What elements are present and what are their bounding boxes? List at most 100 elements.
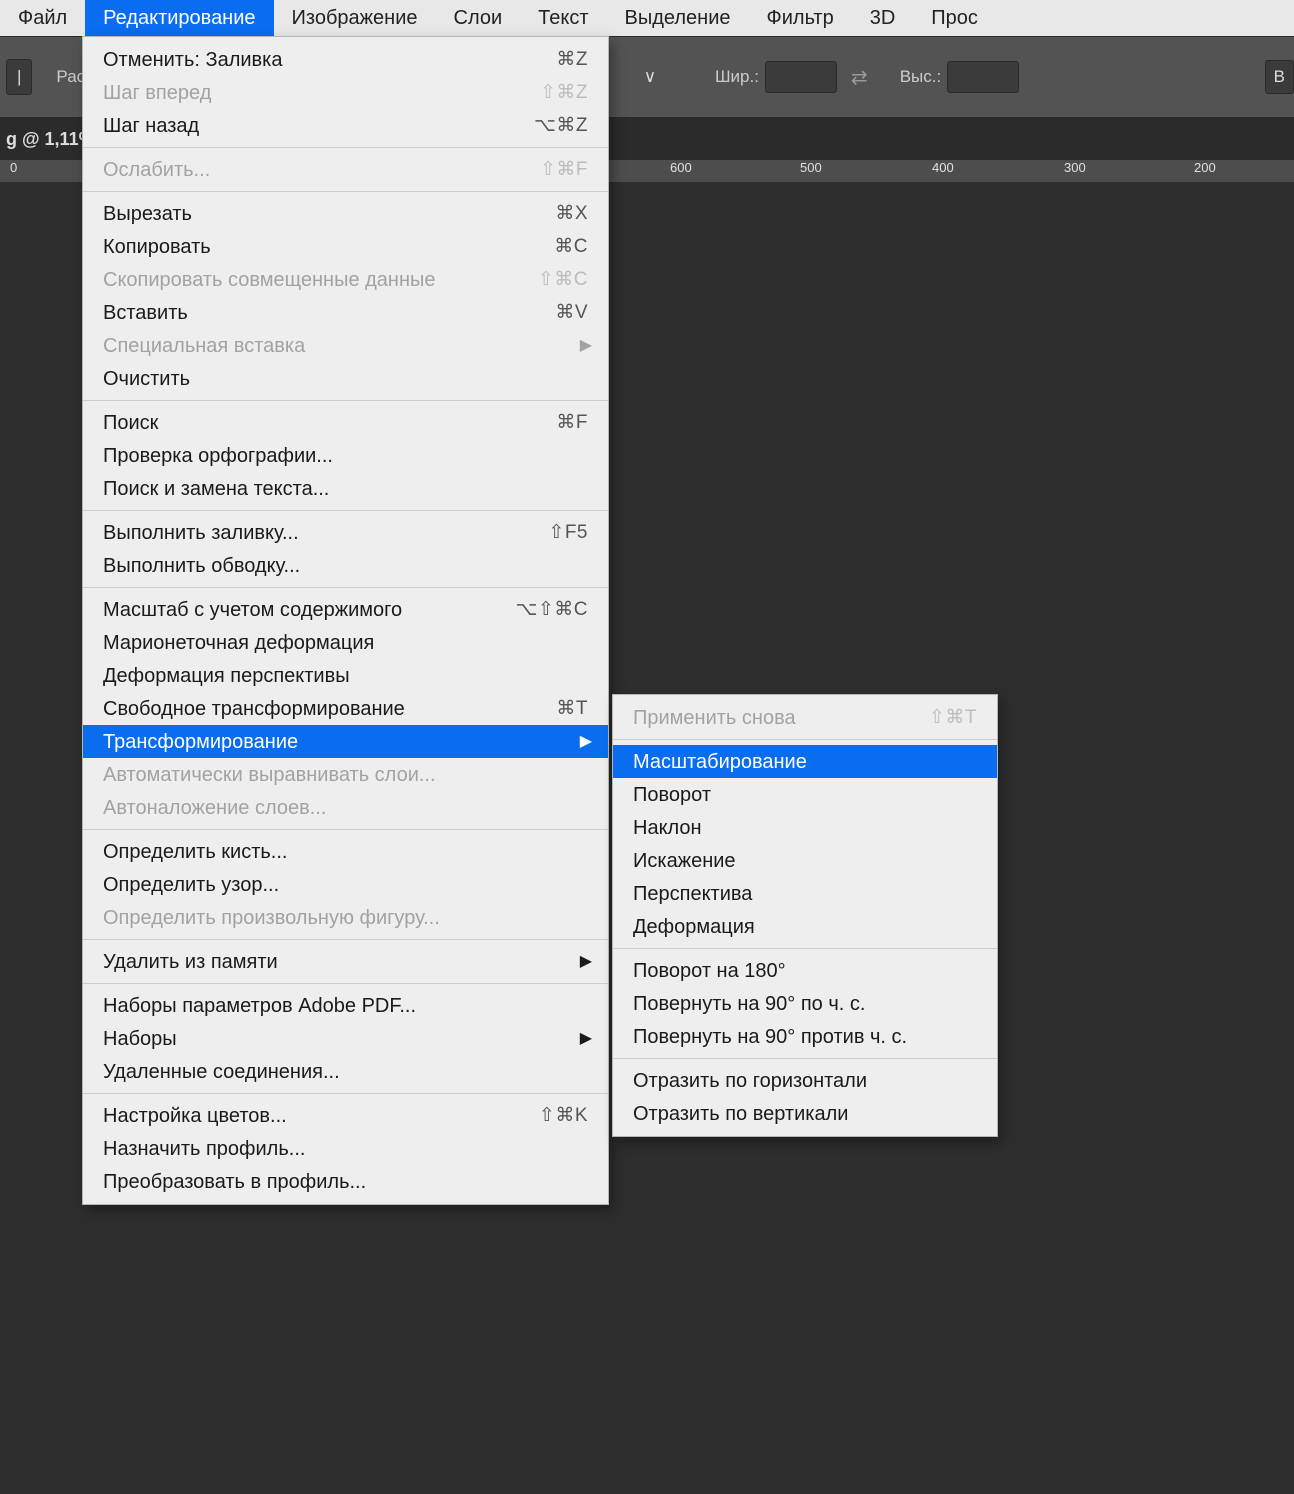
- menu-item-label: Вставить: [103, 303, 515, 323]
- menu-separator: [83, 829, 608, 830]
- ruler-tick: 300: [1064, 160, 1086, 175]
- transform-menu-item[interactable]: Отразить по горизонтали: [613, 1064, 997, 1097]
- menu-item-shortcut: ⇧F5: [548, 523, 588, 542]
- menu-item-label: Повернуть на 90° по ч. с.: [633, 994, 977, 1014]
- edit-menu-item[interactable]: Копировать ⌘C: [83, 230, 608, 263]
- transform-menu-item[interactable]: Деформация: [613, 910, 997, 943]
- options-left-fragment[interactable]: |: [6, 59, 32, 95]
- edit-menu-item[interactable]: Деформация перспективы: [83, 659, 608, 692]
- menu-filter[interactable]: Фильтр: [749, 0, 852, 36]
- menu-item-label: Деформация перспективы: [103, 666, 588, 686]
- menu-separator: [83, 400, 608, 401]
- menu-3d[interactable]: 3D: [852, 0, 914, 36]
- menu-item-label: Масштабирование: [633, 752, 977, 772]
- ruler-tick: 0: [10, 160, 17, 175]
- edit-menu-item: Автоматически выравнивать слои...: [83, 758, 608, 791]
- menu-item-shortcut: ⌘F: [556, 413, 588, 432]
- menu-file[interactable]: Файл: [0, 0, 85, 36]
- edit-menu-item[interactable]: Наборы параметров Adobe PDF...: [83, 989, 608, 1022]
- menu-layers[interactable]: Слои: [436, 0, 521, 36]
- edit-menu-item: Автоналожение слоев...: [83, 791, 608, 824]
- edit-menu-item[interactable]: Определить кисть...: [83, 835, 608, 868]
- transform-menu-item[interactable]: Наклон: [613, 811, 997, 844]
- menu-edit[interactable]: Редактирование: [85, 0, 273, 36]
- edit-menu-item[interactable]: Марионеточная деформация: [83, 626, 608, 659]
- edit-menu-item[interactable]: Вставить ⌘V: [83, 296, 608, 329]
- submenu-arrow-icon: ▶: [580, 338, 592, 354]
- menu-select[interactable]: Выделение: [607, 0, 749, 36]
- menu-item-shortcut: ⇧⌘T: [929, 708, 977, 727]
- menu-item-shortcut: ⇧⌘F: [540, 160, 588, 179]
- edit-menu-item[interactable]: Шаг назад⌥⌘Z: [83, 109, 608, 142]
- menu-item-shortcut: ⌘V: [555, 303, 588, 322]
- menu-separator: [83, 587, 608, 588]
- transform-menu-item[interactable]: Масштабирование: [613, 745, 997, 778]
- edit-menu-item[interactable]: Свободное трансформирование⌘T: [83, 692, 608, 725]
- menu-separator: [83, 510, 608, 511]
- edit-menu-item[interactable]: Очистить: [83, 362, 608, 395]
- menu-separator: [613, 1058, 997, 1059]
- transform-menu-item[interactable]: Поворот: [613, 778, 997, 811]
- menu-item-label: Трансформирование: [103, 732, 588, 752]
- menu-item-label: Масштаб с учетом содержимого: [103, 600, 475, 620]
- menu-item-label: Определить произвольную фигуру...: [103, 908, 588, 928]
- edit-menu-item[interactable]: Отменить: Заливка⌘Z: [83, 43, 608, 76]
- edit-menu-item[interactable]: Выполнить обводку...: [83, 549, 608, 582]
- menu-item-label: Копировать: [103, 237, 514, 257]
- menu-text[interactable]: Текст: [520, 0, 606, 36]
- menu-item-shortcut: ⌘C: [554, 237, 588, 256]
- menu-item-label: Определить кисть...: [103, 842, 588, 862]
- menu-item-shortcut: ⇧⌘C: [538, 270, 588, 289]
- edit-menu-item[interactable]: Проверка орфографии...: [83, 439, 608, 472]
- menu-item-label: Поиск: [103, 413, 516, 433]
- edit-menu-item[interactable]: Назначить профиль...: [83, 1132, 608, 1165]
- menu-item-label: Специальная вставка: [103, 336, 588, 356]
- menu-separator: [83, 983, 608, 984]
- transform-menu-item[interactable]: Перспектива: [613, 877, 997, 910]
- edit-menu-item[interactable]: Определить узор...: [83, 868, 608, 901]
- edit-menu-item[interactable]: Вырезать⌘X: [83, 197, 608, 230]
- edit-menu-item[interactable]: Наборы▶: [83, 1022, 608, 1055]
- height-input[interactable]: [947, 61, 1019, 93]
- transform-menu-item[interactable]: Повернуть на 90° по ч. с.: [613, 987, 997, 1020]
- menu-item-label: Марионеточная деформация: [103, 633, 588, 653]
- submenu-arrow-icon: ▶: [580, 954, 592, 970]
- ruler-tick: 200: [1194, 160, 1216, 175]
- menu-view-trunc[interactable]: Прос: [913, 0, 996, 36]
- edit-menu-item[interactable]: Настройка цветов...⇧⌘K: [83, 1099, 608, 1132]
- edit-menu-item[interactable]: Удалить из памяти▶: [83, 945, 608, 978]
- edit-menu-item[interactable]: Масштаб с учетом содержимого ⌥⇧⌘C: [83, 593, 608, 626]
- swap-icon[interactable]: ⇄: [851, 65, 868, 90]
- menu-item-shortcut: ⌥⇧⌘C: [515, 600, 588, 619]
- menu-item-label: Поворот на 180°: [633, 961, 977, 981]
- edit-menu-item[interactable]: Удаленные соединения...: [83, 1055, 608, 1088]
- transform-menu-item[interactable]: Поворот на 180°: [613, 954, 997, 987]
- menu-item-label: Удалить из памяти: [103, 952, 588, 972]
- menu-item-label: Наклон: [633, 818, 977, 838]
- menu-item-label: Повернуть на 90° против ч. с.: [633, 1027, 977, 1047]
- transform-submenu: Применить снова⇧⌘TМасштабированиеПоворот…: [612, 694, 998, 1137]
- menu-item-shortcut: ⇧⌘Z: [540, 83, 588, 102]
- transform-menu-item[interactable]: Повернуть на 90° против ч. с.: [613, 1020, 997, 1053]
- options-right-button[interactable]: В: [1265, 60, 1294, 94]
- transform-menu-item[interactable]: Искажение: [613, 844, 997, 877]
- menu-image[interactable]: Изображение: [274, 0, 436, 36]
- menu-item-label: Ослабить...: [103, 160, 500, 180]
- submenu-arrow-icon: ▶: [580, 734, 592, 750]
- edit-menu-item[interactable]: Поиск ⌘F: [83, 406, 608, 439]
- edit-menu-item[interactable]: Преобразовать в профиль...: [83, 1165, 608, 1198]
- edit-menu-item[interactable]: Поиск и замена текста...: [83, 472, 608, 505]
- width-input[interactable]: [765, 61, 837, 93]
- width-label: Шир.:: [715, 67, 759, 87]
- menu-item-label: Шаг назад: [103, 116, 494, 136]
- ruler-tick: 600: [670, 160, 692, 175]
- height-label: Выс.:: [900, 67, 942, 87]
- menu-item-label: Наборы параметров Adobe PDF...: [103, 996, 588, 1016]
- edit-menu-item[interactable]: Трансформирование▶: [83, 725, 608, 758]
- chevron-down-icon[interactable]: ∨: [643, 70, 657, 84]
- menu-item-label: Отменить: Заливка: [103, 50, 516, 70]
- edit-menu-item[interactable]: Выполнить заливку...⇧F5: [83, 516, 608, 549]
- menu-item-label: Отразить по горизонтали: [633, 1071, 977, 1091]
- menu-item-label: Преобразовать в профиль...: [103, 1172, 588, 1192]
- transform-menu-item[interactable]: Отразить по вертикали: [613, 1097, 997, 1130]
